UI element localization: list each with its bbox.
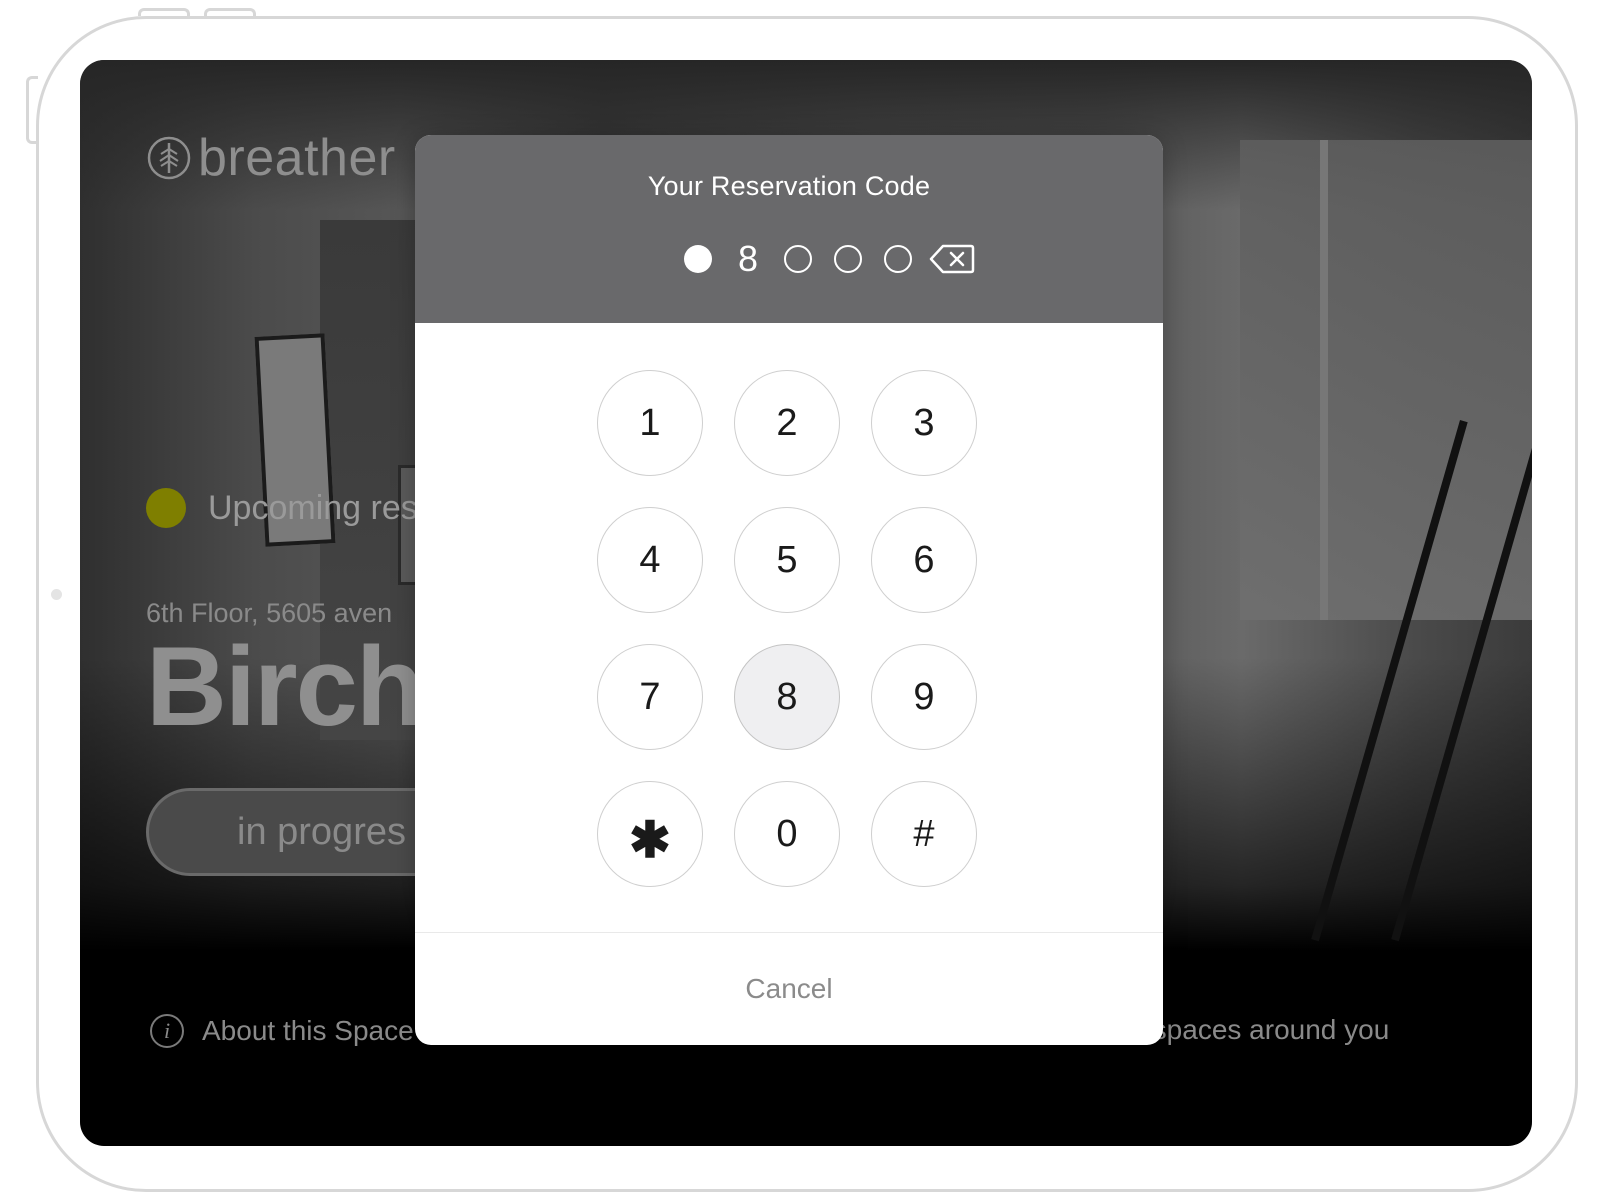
dialog-title: Your Reservation Code: [647, 171, 931, 201]
code-dot-empty: [884, 245, 912, 273]
cancel-button[interactable]: Cancel: [415, 933, 1163, 1045]
about-space-label: About this Space: [202, 1015, 414, 1046]
keypad: 1 2 3 4 5 6 7 8 9 ✱ 0 #: [597, 370, 977, 887]
progress-label: in progres: [237, 811, 406, 853]
brand: breather: [146, 128, 396, 188]
key-hash[interactable]: #: [871, 781, 977, 887]
key-4[interactable]: 4: [597, 507, 703, 613]
info-icon: i: [150, 1014, 184, 1048]
code-slot: 8: [723, 241, 773, 277]
code-slot: [773, 241, 823, 277]
code-dot-empty: [834, 245, 862, 273]
key-2[interactable]: 2: [734, 370, 840, 476]
device-camera-dot: [51, 589, 62, 600]
key-0[interactable]: 0: [734, 781, 840, 887]
about-space-link[interactable]: i About this Space: [150, 1014, 414, 1048]
space-name: Birch: [146, 624, 424, 749]
device-volume-button: [138, 8, 190, 16]
reservation-status: Upcoming res: [146, 488, 418, 528]
key-6[interactable]: 6: [871, 507, 977, 613]
code-slot: [873, 241, 923, 277]
key-9[interactable]: 9: [871, 644, 977, 750]
key-8[interactable]: 8: [734, 644, 840, 750]
key-7[interactable]: 7: [597, 644, 703, 750]
key-3[interactable]: 3: [871, 370, 977, 476]
background-photo-window-bar: [1320, 140, 1328, 620]
code-entry-indicator: 8: [673, 241, 923, 277]
breather-logo-icon: [147, 136, 191, 180]
key-star[interactable]: ✱: [597, 781, 703, 887]
code-dot-filled: [684, 245, 712, 273]
backspace-icon[interactable]: [929, 243, 975, 275]
key-1[interactable]: 1: [597, 370, 703, 476]
dialog-header: Your Reservation Code 8: [415, 135, 1163, 323]
status-indicator-dot: [146, 488, 186, 528]
code-slot: [823, 241, 873, 277]
reservation-code-dialog: Your Reservation Code 8 1 2 3 4 5 6 7 8 9 ✱ 0 # Can…: [415, 135, 1163, 1045]
brand-name: breather: [198, 129, 396, 187]
background-photo-window: [1240, 140, 1532, 620]
device-volume-button: [204, 8, 256, 16]
code-digit: 8: [737, 238, 759, 279]
code-dot-empty: [784, 245, 812, 273]
status-text: Upcoming res: [208, 488, 418, 527]
key-5[interactable]: 5: [734, 507, 840, 613]
code-slot: [673, 241, 723, 277]
